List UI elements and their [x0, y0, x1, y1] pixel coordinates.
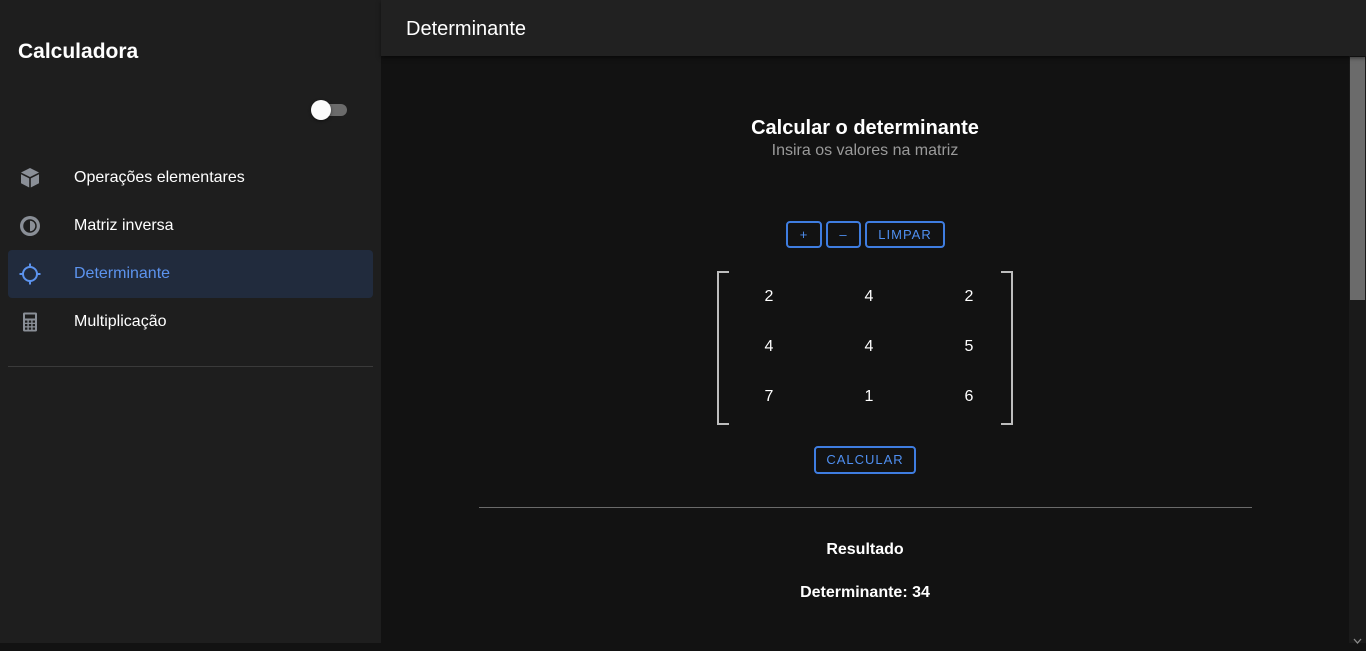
sidebar-item-label: Matriz inversa [74, 217, 174, 234]
calculate-button[interactable]: CALCULAR [814, 446, 916, 474]
theme-toggle[interactable] [311, 100, 347, 120]
matrix-left-bracket [717, 271, 729, 425]
sidebar-item-label: Operações elementares [74, 169, 245, 186]
remove-size-button[interactable]: – [826, 221, 861, 248]
sidebar-item-multiplicacao[interactable]: Multiplicação [8, 298, 373, 346]
chevron-down-icon[interactable] [1353, 633, 1362, 644]
matrix-cell[interactable] [939, 332, 999, 362]
result-title: Resultado [826, 541, 904, 558]
section-heading: Calcular o determinante [751, 117, 979, 139]
section-subheading: Insira os valores na matriz [771, 142, 959, 159]
matrix-cell[interactable] [739, 332, 799, 362]
matrix-cell[interactable] [739, 282, 799, 312]
sidebar: Calculadora Operações elementares Matriz… [0, 0, 381, 643]
matrix-cell[interactable] [839, 332, 899, 362]
sidebar-item-label: Multiplicação [74, 313, 167, 330]
main-scrollbar[interactable] [1349, 56, 1366, 644]
result-divider [479, 507, 1252, 508]
crosshair-icon [18, 262, 42, 286]
result-value: Determinante: 34 [800, 584, 930, 601]
cube-icon [18, 166, 42, 190]
app-bar: Determinante [381, 0, 1366, 56]
sidebar-item-label: Determinante [74, 265, 171, 282]
matrix-right-bracket [1001, 271, 1013, 425]
clear-button[interactable]: LIMPAR [865, 221, 945, 248]
sidebar-item-matriz-inversa[interactable]: Matriz inversa [8, 202, 373, 250]
matrix-cell[interactable] [839, 382, 899, 412]
matrix-cell[interactable] [939, 382, 999, 412]
toggle-thumb [311, 100, 331, 120]
sidebar-item-operacoes-elementares[interactable]: Operações elementares [8, 154, 373, 202]
sidebar-item-determinante[interactable]: Determinante [8, 250, 373, 298]
add-size-button[interactable]: + [786, 221, 822, 248]
sidebar-divider [8, 366, 373, 367]
matrix-cell[interactable] [939, 282, 999, 312]
matrix-cell[interactable] [739, 382, 799, 412]
scrollbar-thumb[interactable] [1350, 57, 1365, 300]
sidebar-nav: Operações elementares Matriz inversa Det… [8, 154, 373, 346]
main-content: Calcular o determinante Insira os valore… [381, 56, 1349, 643]
calculator-icon [18, 310, 42, 334]
contrast-icon [18, 214, 42, 238]
matrix-cell[interactable] [839, 282, 899, 312]
page-title: Determinante [406, 18, 527, 40]
app-title: Calculadora [18, 40, 139, 63]
